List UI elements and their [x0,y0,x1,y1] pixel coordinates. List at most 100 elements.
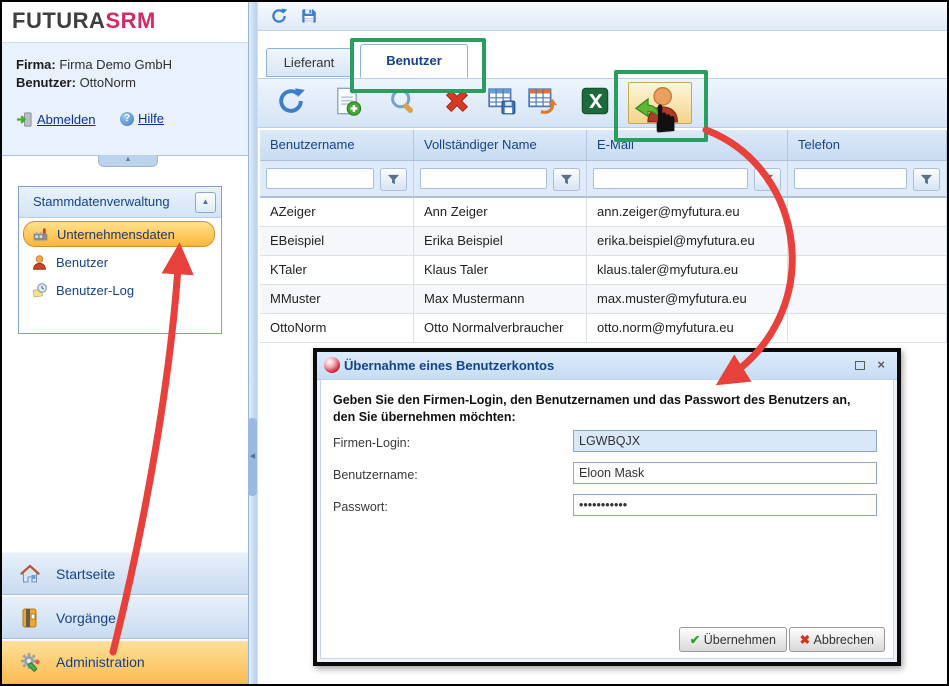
table-cell[interactable] [788,227,947,256]
filter-cell [414,161,587,198]
panel-collapse-button[interactable]: ▲ [195,192,216,213]
table-cell[interactable] [788,285,947,314]
passwort-label: Passwort: [333,500,388,514]
logo-srm: SRM [105,8,155,33]
user-line: Benutzer: OttoNorm [16,75,136,90]
column-label: Vollständiger Name [424,137,537,152]
nav-item-label: Vorgänge [56,610,116,626]
instruction-line2: den Sie übernehmen möchten: [333,409,850,426]
column-header-benutzername[interactable]: Benutzername [260,130,414,161]
filter-button[interactable] [553,168,580,191]
splitter-collapse-handle[interactable]: ◀ [248,418,257,496]
sidebar-item-label: Unternehmensdaten [57,227,175,242]
close-icon[interactable]: × [877,358,885,372]
nav-item-vorgaenge[interactable]: Vorgänge [2,596,248,639]
stammdaten-panel-title: Stammdatenverwaltung [33,194,170,209]
cursor-hand-icon: ☛ [644,101,689,135]
maximize-icon[interactable] [855,361,865,370]
dialog-title: Übernahme eines Benutzerkontos [344,358,554,373]
sidebar-item-label: Benutzer [56,255,108,270]
cross-icon: ✖ [800,633,814,647]
cancel-button[interactable]: ✖ Abbrechen [789,627,885,652]
table-cell[interactable]: max.muster@myfutura.eu [587,285,788,314]
nav-item-startseite[interactable]: Startseite [2,552,248,595]
confirm-label: Übernehmen [704,633,776,647]
session-info-box: Firma: Firma Demo GmbH Benutzer: OttoNor… [2,42,248,156]
table-cell[interactable]: klaus.taler@myfutura.eu [587,256,788,285]
app-logo: FUTURASRM [12,8,156,34]
benutzername-label: Benutzername: [333,468,418,482]
table-cell[interactable]: Max Mustermann [414,285,587,314]
filter-input-benutzername[interactable] [266,168,374,189]
sidebar-item-benutzer[interactable]: Benutzer [23,249,215,275]
refresh-icon[interactable] [276,86,306,116]
help-link[interactable]: ? Hilfe [120,111,164,126]
excel-export-icon[interactable] [580,86,610,116]
passwort-field[interactable] [573,494,877,516]
table-cell[interactable]: Erika Beispiel [414,227,587,256]
admin-gear-icon [18,650,42,674]
nav-item-label: Administration [56,654,145,670]
column-header-telefon[interactable]: Telefon [788,130,947,161]
table-cell[interactable] [788,314,947,343]
help-icon: ? [120,112,134,126]
refresh-icon[interactable] [270,7,288,25]
firmen-login-field[interactable] [573,430,877,452]
dialog-app-icon [324,357,340,373]
sidebar-collapse-handle[interactable]: ▲ [98,155,158,167]
user-icon [31,254,48,271]
confirm-button[interactable]: ✔ Übernehmen [679,627,787,652]
tab-lieferant[interactable]: Lieferant [266,48,352,77]
table-export-icon[interactable] [527,86,557,116]
sidebar-item-label: Benutzer-Log [56,283,134,298]
table-cell[interactable]: erika.beispiel@myfutura.eu [587,227,788,256]
tab-label: Lieferant [284,55,335,70]
table-cell[interactable]: KTaler [260,256,414,285]
home-icon [18,562,42,586]
column-label: Benutzername [270,137,355,152]
table-cell[interactable] [788,198,947,227]
dialog-titlebar[interactable]: Übernahme eines Benutzerkontos × [317,352,897,380]
filter-button[interactable] [380,168,407,191]
table-cell[interactable]: EBeispiel [260,227,414,256]
logout-link[interactable]: Abmelden [16,111,96,128]
table-cell[interactable]: otto.norm@myfutura.eu [587,314,788,343]
annotation-box-benutzer-tab [350,38,486,93]
app-window: FUTURASRM Firma: Firma Demo GmbH Benutze… [0,0,949,686]
table-save-icon[interactable] [487,86,517,116]
filter-button[interactable] [754,168,781,191]
table-cell[interactable]: MMuster [260,285,414,314]
filter-button[interactable] [913,168,940,191]
help-label[interactable]: Hilfe [138,111,164,126]
nav-item-administration[interactable]: Administration [2,640,248,684]
checkmark-icon: ✔ [690,633,704,647]
stammdaten-panel: Stammdatenverwaltung ▲ Unternehmensdaten… [18,186,222,334]
filter-input-email[interactable] [593,168,748,189]
table-cell[interactable]: OttoNorm [260,314,414,343]
stammdaten-panel-header[interactable]: Stammdatenverwaltung ▲ [19,187,221,218]
save-icon[interactable] [300,7,318,25]
table-cell[interactable]: Otto Normalverbraucher [414,314,587,343]
dialog-instruction: Geben Sie den Firmen-Login, den Benutzer… [333,392,850,426]
table-cell[interactable]: Ann Zeiger [414,198,587,227]
benutzername-field[interactable] [573,462,877,484]
logout-label[interactable]: Abmelden [37,112,96,127]
firmen-login-label: Firmen-Login: [333,436,410,450]
binder-icon [18,606,42,630]
sidebar-item-unternehmensdaten[interactable]: Unternehmensdaten [23,221,215,247]
table-cell[interactable]: Klaus Taler [414,256,587,285]
nav-item-label: Startseite [56,566,115,582]
filter-input-name[interactable] [420,168,547,189]
sidebar-item-benutzer-log[interactable]: Benutzer-Log [23,277,215,303]
company-icon [32,226,49,243]
sidebar-splitter[interactable] [248,2,258,684]
instruction-line1: Geben Sie den Firmen-Login, den Benutzer… [333,392,850,409]
user-label: Benutzer: [16,75,76,90]
table-cell[interactable]: ann.zeiger@myfutura.eu [587,198,788,227]
logout-icon [16,111,33,128]
table-cell[interactable]: AZeiger [260,198,414,227]
column-header-name[interactable]: Vollständiger Name [414,130,587,161]
filter-input-telefon[interactable] [794,168,907,189]
filter-cell [788,161,947,198]
table-cell[interactable] [788,256,947,285]
